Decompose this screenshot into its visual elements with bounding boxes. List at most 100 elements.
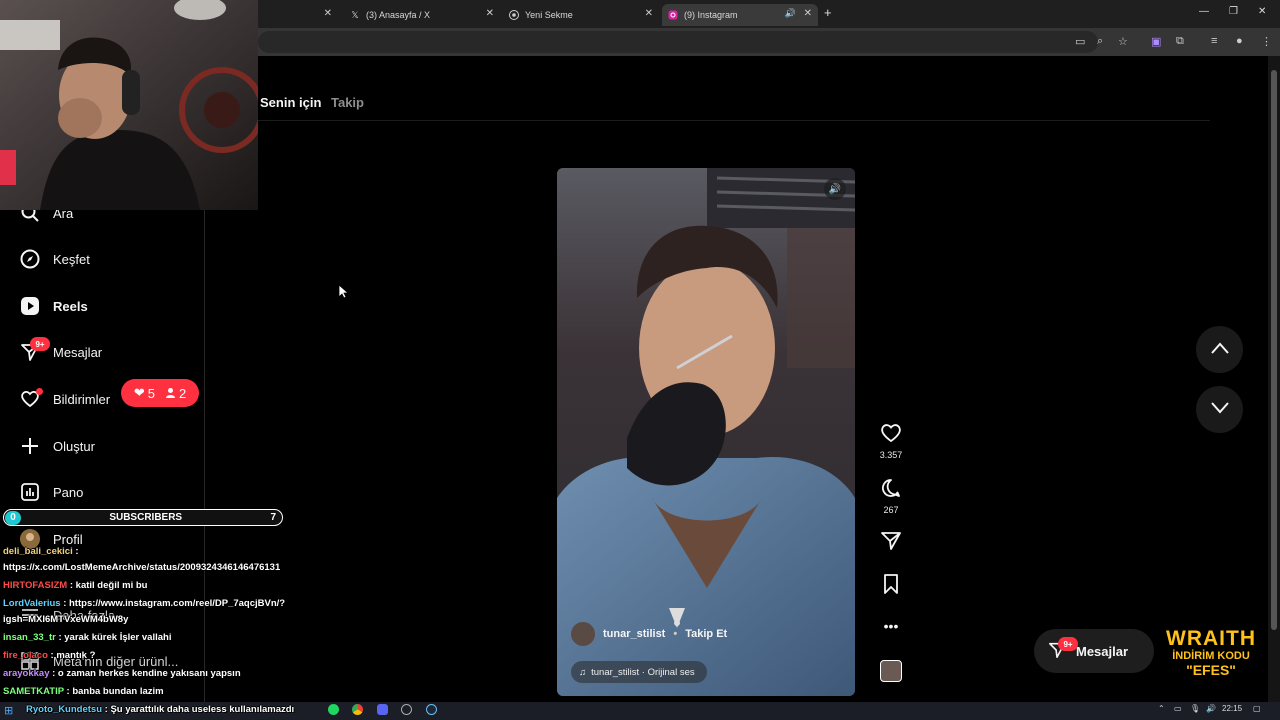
sidebar-item-label: Mesajlar bbox=[53, 344, 103, 360]
chat-text: : katil değil mi bu bbox=[67, 580, 148, 591]
cast-icon[interactable]: ▭ bbox=[1075, 35, 1085, 48]
webcam-overlay bbox=[0, 0, 258, 210]
chat-user: Ryoto_Kundetsu bbox=[26, 704, 102, 715]
audio-thumbnail[interactable] bbox=[878, 660, 904, 682]
browser-tab-instagram[interactable]: (9) Instagram 🔊 ✕ bbox=[662, 4, 818, 26]
follows-count: 2 bbox=[178, 385, 187, 401]
browser-tab-x[interactable]: 𝕏 (3) Anasayfa / X ✕ bbox=[344, 4, 500, 26]
chat-line: LordValerius : https://www.instagram.com… bbox=[3, 598, 285, 609]
restore-icon[interactable]: ❐ bbox=[1229, 6, 1238, 17]
new-tab-button[interactable]: + bbox=[824, 5, 832, 20]
sidebar-item-notifications[interactable]: Bildirimler bbox=[18, 384, 110, 414]
author-avatar[interactable] bbox=[571, 622, 595, 646]
share-icon[interactable] bbox=[880, 531, 902, 556]
subscribers-goal: 7 bbox=[270, 512, 276, 523]
share-action[interactable] bbox=[878, 531, 904, 556]
page-scrollbar[interactable] bbox=[1268, 56, 1280, 702]
obs-icon[interactable] bbox=[401, 704, 412, 715]
notifications-summary-pill[interactable]: ❤ 5 2 bbox=[121, 379, 199, 407]
next-reel-button[interactable] bbox=[1196, 386, 1243, 433]
subscribers-goal-bar: 0 SUBSCRIBERS 7 bbox=[3, 509, 283, 526]
chat-text: : banba bundan lazim bbox=[63, 686, 164, 697]
bookmark-star-icon[interactable]: ☆ bbox=[1118, 35, 1128, 48]
discord-icon[interactable] bbox=[377, 704, 388, 715]
spotify-icon[interactable] bbox=[328, 704, 339, 715]
browser-menu-icon[interactable]: ⋮ bbox=[1261, 35, 1272, 48]
messages-floating-button[interactable]: Mesajlar bbox=[1034, 629, 1154, 673]
save-action[interactable] bbox=[878, 574, 904, 599]
sidebar-item-explore[interactable]: Keşfet bbox=[18, 244, 90, 274]
tab-title: Yeni Sekme bbox=[525, 10, 573, 20]
windows-start-icon[interactable]: ⊞ bbox=[4, 704, 13, 717]
like-count: 3.357 bbox=[879, 450, 903, 460]
chrome-taskbar-icon[interactable] bbox=[352, 704, 363, 715]
separator-dot: • bbox=[673, 628, 678, 640]
chat-user: deli_bali_cekici bbox=[3, 546, 73, 557]
sidebar-item-label: Keşfet bbox=[53, 251, 90, 267]
follow-button[interactable]: Takip Et bbox=[685, 628, 727, 640]
address-bar[interactable] bbox=[258, 31, 1098, 53]
extension-icon[interactable]: ▣ bbox=[1151, 35, 1161, 48]
sidebar-item-reels[interactable]: Reels bbox=[18, 291, 88, 321]
puzzle-icon[interactable]: ⧉ bbox=[1176, 35, 1184, 48]
speaker-icon[interactable]: 🔊 bbox=[785, 8, 796, 19]
sponsor-subtitle: İNDİRİM KODU bbox=[1172, 650, 1250, 662]
chat-user: arayokkay bbox=[3, 668, 50, 679]
more-options-icon[interactable]: ••• bbox=[878, 618, 904, 634]
subscribers-start: 0 bbox=[5, 510, 21, 525]
close-window-icon[interactable]: ✕ bbox=[1258, 6, 1266, 17]
profile-icon[interactable]: ● bbox=[1236, 35, 1243, 47]
browser-tab-new[interactable]: Yeni Sekme ✕ bbox=[503, 4, 659, 26]
close-tab-icon[interactable]: ✕ bbox=[804, 8, 812, 19]
chat-user: HIRTOFASIZM bbox=[3, 580, 68, 591]
scrollbar-thumb[interactable] bbox=[1271, 70, 1277, 630]
comment-icon[interactable] bbox=[880, 478, 902, 503]
comment-action[interactable]: 267 bbox=[878, 478, 904, 515]
like-action[interactable]: 3.357 bbox=[878, 423, 904, 460]
sidebar-item-dashboard[interactable]: Pano bbox=[18, 477, 83, 507]
chrome-logo-icon bbox=[509, 10, 519, 20]
close-tab-icon[interactable]: ✕ bbox=[324, 8, 332, 19]
heart-icon[interactable] bbox=[880, 423, 902, 448]
bookmark-icon[interactable] bbox=[880, 574, 902, 599]
browser-tab-1[interactable]: ✕ bbox=[262, 4, 338, 26]
minimize-icon[interactable]: — bbox=[1199, 6, 1209, 17]
chat-user: insan_33_tr bbox=[3, 632, 56, 643]
close-tab-icon[interactable]: ✕ bbox=[486, 8, 494, 19]
chat-text: : https://www.instagram.com/reel/DP_7aqc… bbox=[60, 598, 286, 609]
microphone-icon[interactable]: 🎙 bbox=[1190, 704, 1200, 713]
feed-tabs-divider bbox=[258, 120, 1210, 121]
zoom-icon[interactable]: ⌕ bbox=[1097, 35, 1103, 48]
sidebar-item-create[interactable]: Oluştur bbox=[18, 431, 95, 461]
chat-text: : yarak kürek İşler vallahi bbox=[55, 632, 172, 643]
tab-title: (3) Anasayfa / X bbox=[366, 10, 431, 20]
audio-chip[interactable]: ♫ tunar_stilist · Orijinal ses bbox=[571, 661, 707, 683]
previous-reel-button[interactable] bbox=[1196, 326, 1243, 373]
notification-center-icon[interactable]: ▢ bbox=[1253, 704, 1261, 713]
tab-for-you[interactable]: Senin için bbox=[260, 95, 321, 110]
reading-list-icon[interactable]: ≡ bbox=[1211, 35, 1217, 47]
steam-icon[interactable] bbox=[426, 704, 437, 715]
chat-text: https://x.com/LostMemeArchive/status/200… bbox=[3, 562, 281, 573]
heart-icon: ❤ bbox=[133, 385, 145, 400]
clock[interactable]: 22:15 bbox=[1222, 704, 1242, 713]
close-tab-icon[interactable]: ✕ bbox=[645, 8, 653, 19]
volume-icon[interactable]: 🔊 bbox=[1206, 704, 1216, 713]
reel-frame-image bbox=[557, 168, 855, 696]
sponsor-code: "EFES" bbox=[1186, 662, 1236, 678]
audio-label: tunar_stilist · Orijinal ses bbox=[591, 666, 695, 678]
chat-line: https://x.com/LostMemeArchive/status/200… bbox=[3, 562, 280, 573]
sidebar-item-label: Pano bbox=[53, 484, 84, 500]
chat-line: igsh=MXI6MTVxeWM4bW8y bbox=[3, 614, 128, 625]
comment-count: 267 bbox=[883, 505, 899, 515]
network-icon[interactable]: ▭ bbox=[1174, 704, 1182, 713]
tray-chevron-icon[interactable]: ⌃ bbox=[1158, 704, 1165, 713]
chat-line: HIRTOFASIZM : katil değil mi bu bbox=[3, 580, 147, 591]
tab-following[interactable]: Takip bbox=[331, 95, 364, 110]
mouse-cursor-icon bbox=[339, 285, 349, 299]
chat-user: LordValerius bbox=[3, 598, 61, 609]
reel-video[interactable]: 🔊 tunar_stilist • Takip Et ♫ tunar_stili… bbox=[557, 168, 855, 696]
mute-toggle-icon[interactable]: 🔊 bbox=[824, 178, 846, 200]
sponsor-brand: WRAITH bbox=[1166, 627, 1256, 650]
author-username[interactable]: tunar_stilist bbox=[603, 628, 665, 640]
